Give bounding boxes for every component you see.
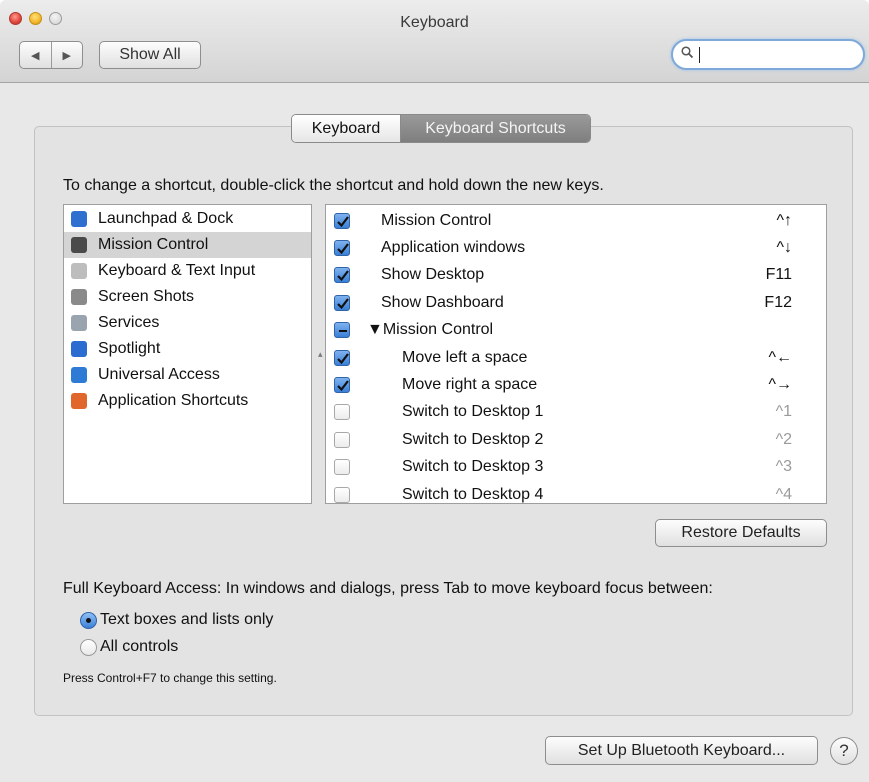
splitter-handle[interactable]: ▴: [318, 349, 323, 360]
shortcut-key[interactable]: ^4: [776, 486, 792, 504]
search-input[interactable]: [671, 39, 865, 70]
tab-keyboard-shortcuts[interactable]: Keyboard Shortcuts: [401, 115, 590, 142]
preferences-window: Keyboard ◀ ▶ Show All Keyboard Keyboard …: [0, 0, 869, 782]
shortcut-key[interactable]: ^3: [776, 458, 792, 476]
mission-control-icon: [71, 237, 87, 253]
category-item[interactable]: Universal Access: [64, 362, 311, 388]
category-label: Keyboard & Text Input: [98, 262, 256, 279]
tab-bar: Keyboard Keyboard Shortcuts: [291, 114, 591, 143]
tab-keyboard[interactable]: Keyboard: [292, 115, 401, 142]
shortcut-name: Application windows: [381, 238, 526, 256]
category-item[interactable]: Services: [64, 310, 311, 336]
radio-selected-icon[interactable]: [80, 611, 97, 629]
shortcut-name: Move left a space: [402, 348, 528, 366]
shortcut-name: Move right a space: [402, 375, 538, 393]
shortcut-name: ▼Mission Control: [367, 321, 494, 339]
category-list[interactable]: Launchpad & Dock Mission Control Keyboard …: [63, 204, 312, 504]
shortcut-row[interactable]: Switch to Desktop 4 ^4: [326, 481, 826, 504]
application-shortcuts-icon: [71, 393, 87, 409]
shortcut-key[interactable]: ^→: [768, 376, 792, 394]
category-label: Universal Access: [98, 366, 220, 383]
checkbox-unchecked-icon[interactable]: [334, 459, 350, 476]
universal-access-icon: [71, 367, 87, 383]
set-up-bluetooth-keyboard-button[interactable]: Set Up Bluetooth Keyboard...: [545, 736, 818, 765]
category-item[interactable]: Screen Shots: [64, 284, 311, 310]
checkbox-unchecked-icon[interactable]: [334, 486, 350, 503]
shortcut-row[interactable]: Show Desktop F11: [326, 262, 826, 289]
help-button[interactable]: ?: [830, 737, 858, 765]
radio-text-boxes-lists[interactable]: Text boxes and lists only: [80, 611, 273, 629]
keyboard-text-icon: [71, 263, 87, 279]
radio-label: All controls: [100, 638, 179, 655]
hint-text: Press Control+F7 to change this setting.: [63, 671, 277, 685]
restore-defaults-button[interactable]: Restore Defaults: [655, 519, 827, 547]
shortcut-name: Show Desktop: [381, 266, 485, 284]
checkbox-checked-icon[interactable]: [334, 239, 350, 256]
shortcut-key[interactable]: ^↓: [776, 239, 792, 257]
title-bar: Keyboard ◀ ▶ Show All: [0, 0, 869, 83]
shortcut-row[interactable]: Application windows ^↓: [326, 234, 826, 261]
shortcut-list[interactable]: Mission Control ^↑ Application windows ^↓ Sh…: [325, 204, 827, 504]
shortcut-name: Mission Control: [381, 211, 492, 229]
shortcut-name: Switch to Desktop 4: [402, 485, 544, 503]
shortcut-key[interactable]: ^1: [776, 403, 792, 421]
shortcut-row[interactable]: Switch to Desktop 1 ^1: [326, 399, 826, 426]
checkbox-checked-icon[interactable]: [334, 267, 350, 284]
shortcut-name: Switch to Desktop 2: [402, 430, 544, 448]
category-label: Services: [98, 314, 160, 331]
category-label: Screen Shots: [98, 288, 195, 305]
category-item[interactable]: Application Shortcuts: [64, 388, 311, 414]
shortcut-name: Switch to Desktop 1: [402, 403, 544, 421]
checkbox-checked-icon[interactable]: [334, 376, 350, 393]
shortcut-row[interactable]: ▼Mission Control: [326, 317, 826, 344]
search-icon: [681, 46, 694, 59]
full-keyboard-access-label: Full Keyboard Access: In windows and dia…: [63, 580, 713, 597]
spotlight-icon: [71, 341, 87, 357]
back-arrow-icon[interactable]: ◀: [20, 42, 52, 68]
shortcut-row[interactable]: Switch to Desktop 3 ^3: [326, 454, 826, 481]
checkbox-unchecked-icon[interactable]: [334, 431, 350, 448]
shortcut-row[interactable]: Switch to Desktop 2 ^2: [326, 426, 826, 453]
shortcut-name: Switch to Desktop 3: [402, 458, 544, 476]
screen-shots-icon: [71, 289, 87, 305]
shortcut-row[interactable]: Move right a space ^→: [326, 371, 826, 398]
navigation-buttons: ◀ ▶: [19, 41, 83, 69]
checkbox-checked-icon[interactable]: [334, 212, 350, 229]
checkbox-checked-icon[interactable]: [334, 349, 350, 366]
radio-unselected-icon[interactable]: [80, 638, 97, 656]
shortcut-key[interactable]: ^2: [776, 431, 792, 449]
category-item[interactable]: Spotlight: [64, 336, 311, 362]
shortcut-key[interactable]: ^↑: [776, 212, 792, 230]
shortcut-key[interactable]: ^←: [768, 349, 792, 367]
category-item[interactable]: Keyboard & Text Input: [64, 258, 311, 284]
shortcut-row[interactable]: Move left a space ^←: [326, 344, 826, 371]
checkbox-mixed-icon[interactable]: [334, 322, 350, 339]
launchpad-dock-icon: [71, 211, 87, 227]
checkbox-checked-icon[interactable]: [334, 294, 350, 311]
category-label: Spotlight: [98, 340, 161, 357]
services-gear-icon: [71, 315, 87, 331]
window-title: Keyboard: [400, 14, 469, 31]
shortcut-key[interactable]: F11: [766, 266, 792, 284]
category-label: Application Shortcuts: [98, 392, 249, 409]
radio-all-controls[interactable]: All controls: [80, 638, 178, 656]
category-label: Mission Control: [98, 236, 209, 253]
show-all-button[interactable]: Show All: [99, 41, 201, 69]
instructions-text: To change a shortcut, double-click the s…: [63, 177, 604, 194]
shortcut-name: Show Dashboard: [381, 293, 504, 311]
shortcut-row[interactable]: Mission Control ^↑: [326, 207, 826, 234]
category-item[interactable]: Mission Control: [64, 232, 311, 258]
category-item[interactable]: Launchpad & Dock: [64, 206, 311, 232]
text-cursor: [699, 47, 700, 63]
category-label: Launchpad & Dock: [98, 210, 234, 227]
shortcut-key[interactable]: F12: [764, 294, 792, 312]
radio-label: Text boxes and lists only: [100, 611, 274, 628]
forward-arrow-icon[interactable]: ▶: [52, 42, 83, 68]
shortcut-row[interactable]: Show Dashboard F12: [326, 289, 826, 316]
checkbox-unchecked-icon[interactable]: [334, 404, 350, 421]
